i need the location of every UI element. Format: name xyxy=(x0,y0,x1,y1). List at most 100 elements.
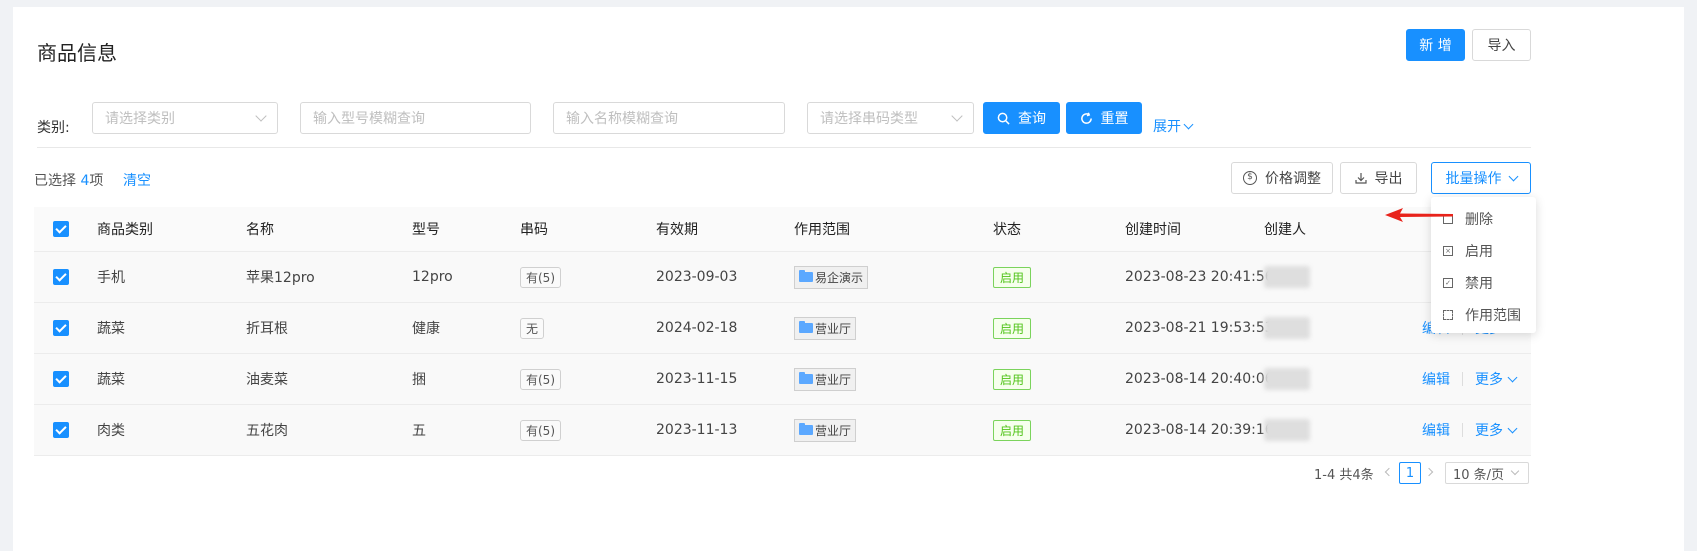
name-cell: 苹果12pro xyxy=(246,270,315,286)
selection-info: 已选择 4项 xyxy=(34,170,103,190)
checkbox-checked-icon xyxy=(53,269,69,285)
page-number-current[interactable]: 1 xyxy=(1399,462,1421,484)
name-cell: 油麦菜 xyxy=(246,372,288,388)
row-checkbox[interactable] xyxy=(53,303,69,353)
category-cell: 蔬菜 xyxy=(97,321,125,337)
creator-avatar-blurred xyxy=(1264,317,1310,339)
batch-operation-button[interactable]: 批量操作 xyxy=(1431,162,1531,194)
column-header: 有效期 xyxy=(656,222,698,238)
import-button[interactable]: 导入 xyxy=(1472,29,1531,61)
category-cell: 肉类 xyxy=(97,423,125,439)
query-button[interactable]: 查询 xyxy=(983,102,1060,134)
more-link[interactable]: 更多 xyxy=(1475,369,1518,389)
checkbox-checked-icon xyxy=(53,422,69,438)
name-search-input[interactable]: 输入名称模糊查询 xyxy=(553,102,785,134)
dollar-icon: $ xyxy=(1243,171,1257,185)
add-button[interactable]: 新 增 xyxy=(1406,29,1465,61)
serial-type-placeholder: 请选择串码类型 xyxy=(820,111,918,127)
download-icon xyxy=(1354,173,1367,184)
scope-label: 营业厅 xyxy=(815,321,852,336)
scope-tag: 营业厅 xyxy=(794,367,857,391)
menu-item-label: 启用 xyxy=(1465,244,1493,260)
model-search-input[interactable]: 输入型号模糊查询 xyxy=(300,102,531,134)
column-header: 创建人 xyxy=(1264,222,1306,238)
creator-avatar-blurred xyxy=(1264,419,1310,441)
query-button-label: 查询 xyxy=(1018,111,1046,127)
menu-item-label: 删除 xyxy=(1465,212,1493,228)
created-time-cell: 2023-08-14 20:40:06 xyxy=(1125,371,1274,387)
select-all-checkbox[interactable] xyxy=(53,207,69,251)
square-x-icon: × xyxy=(1443,246,1453,256)
folder-icon xyxy=(799,270,813,282)
prev-page-icon[interactable] xyxy=(1384,467,1394,477)
page-title: 商品信息 xyxy=(37,41,117,65)
chevron-down-icon xyxy=(951,110,963,122)
next-page-icon[interactable] xyxy=(1424,467,1434,477)
status-badge: 启用 xyxy=(993,266,1032,288)
table-row: 蔬菜 油麦菜 捆 有(5) 2023-11-15 营业厅 启用 2023-08-… xyxy=(34,354,1531,405)
edit-link[interactable]: 编辑 xyxy=(1422,369,1450,389)
folder-icon xyxy=(799,321,813,333)
action-separator xyxy=(1462,423,1463,437)
square-check-icon: ✓ xyxy=(1443,278,1453,288)
reset-button-label: 重置 xyxy=(1100,111,1129,127)
checkbox-checked-icon xyxy=(53,320,69,336)
model-cell: 12pro xyxy=(412,269,453,285)
page-size-select[interactable]: 10 条/页 xyxy=(1445,462,1529,484)
table-row: 蔬菜 折耳根 健康 无 2024-02-18 营业厅 启用 2023-08-21… xyxy=(34,303,1531,354)
serial-tag: 有(5) xyxy=(520,368,561,390)
expand-link[interactable]: 展开 xyxy=(1153,116,1194,136)
more-link[interactable]: 更多 xyxy=(1475,420,1518,440)
category-cell: 手机 xyxy=(97,270,125,286)
status-badge: 启用 xyxy=(993,368,1032,390)
column-header: 创建时间 xyxy=(1125,222,1181,238)
status-badge: 启用 xyxy=(993,317,1032,339)
row-checkbox[interactable] xyxy=(53,252,69,302)
category-select-placeholder: 请选择类别 xyxy=(105,111,175,127)
column-header: 串码 xyxy=(520,222,548,238)
more-label: 更多 xyxy=(1475,423,1503,439)
selection-suffix: 项 xyxy=(89,173,104,189)
menu-item-scope[interactable]: 作用范围 xyxy=(1431,299,1536,331)
row-checkbox[interactable] xyxy=(53,405,69,455)
batch-operation-label: 批量操作 xyxy=(1445,171,1502,187)
category-cell: 蔬菜 xyxy=(97,372,125,388)
menu-item-enable[interactable]: × 启用 xyxy=(1431,235,1536,267)
price-adjust-button[interactable]: $ 价格调整 xyxy=(1231,162,1333,194)
more-label: 更多 xyxy=(1475,372,1503,388)
menu-item-label: 禁用 xyxy=(1465,276,1493,292)
table-row: 手机 苹果12pro 12pro 有(5) 2023-09-03 易企演示 启用… xyxy=(34,252,1531,303)
scope-label: 营业厅 xyxy=(815,423,852,438)
scope-tag: 营业厅 xyxy=(794,316,857,340)
model-search-placeholder: 输入型号模糊查询 xyxy=(313,111,425,127)
pagination-summary: 1-4 共4条 xyxy=(1314,468,1374,483)
menu-item-disable[interactable]: ✓ 禁用 xyxy=(1431,267,1536,299)
name-cell: 折耳根 xyxy=(246,321,288,337)
creator-avatar-blurred xyxy=(1264,368,1310,390)
table-header: 商品类别 名称 型号 串码 有效期 作用范围 状态 创建时间 创建人 xyxy=(34,207,1531,252)
chevron-down-icon xyxy=(255,110,267,122)
export-button[interactable]: 导出 xyxy=(1340,162,1417,194)
reset-button[interactable]: 重置 xyxy=(1066,102,1142,134)
table-row: 肉类 五花肉 五 有(5) 2023-11-13 营业厅 启用 2023-08-… xyxy=(34,405,1531,456)
model-cell: 捆 xyxy=(412,372,426,388)
checkbox-checked-icon xyxy=(53,221,69,237)
scope-tag: 易企演示 xyxy=(794,265,869,289)
name-search-placeholder: 输入名称模糊查询 xyxy=(566,111,678,127)
scope-label: 营业厅 xyxy=(815,372,852,387)
action-separator xyxy=(1462,372,1463,386)
page-size-label: 10 条/页 xyxy=(1453,467,1505,483)
annotation-arrow-icon xyxy=(1385,208,1453,222)
category-select[interactable]: 请选择类别 xyxy=(92,102,278,134)
clear-selection-link[interactable]: 清空 xyxy=(123,170,151,190)
edit-link[interactable]: 编辑 xyxy=(1422,420,1450,440)
serial-type-select[interactable]: 请选择串码类型 xyxy=(807,102,974,134)
model-cell: 五 xyxy=(412,423,426,439)
row-checkbox[interactable] xyxy=(53,354,69,404)
search-icon xyxy=(997,112,1010,125)
chevron-down-icon xyxy=(1508,171,1518,181)
expiry-cell: 2023-11-13 xyxy=(656,422,738,438)
status-badge: 启用 xyxy=(993,419,1032,441)
main-card: 商品信息 新 增 导入 类别: 请选择类别 输入型号模糊查询 输入名称模糊查询 … xyxy=(13,7,1684,551)
column-header: 状态 xyxy=(993,222,1021,238)
